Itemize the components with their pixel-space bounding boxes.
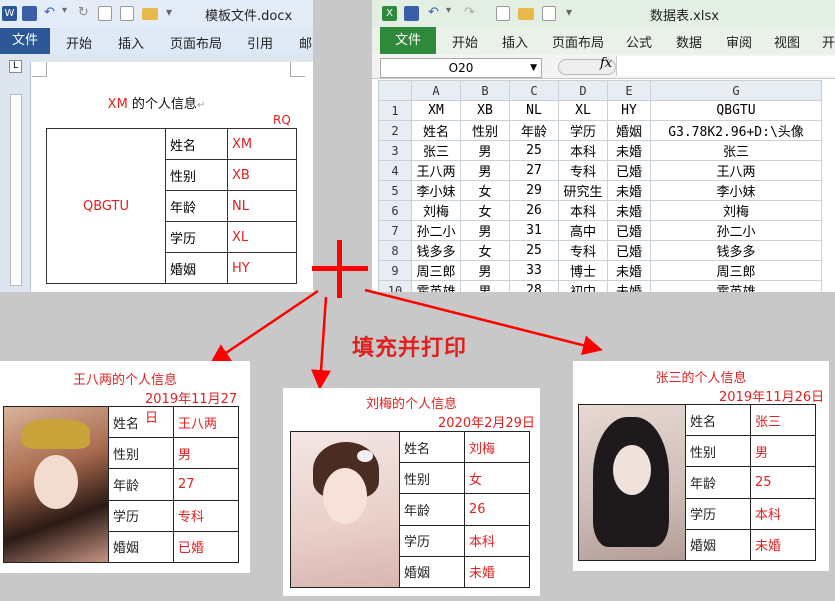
result-card-1: 王八两的个人信息 2019年11月27日 姓名 王八两 性别男 年龄 27 学历专… xyxy=(0,361,250,573)
card-value: 王八两 xyxy=(173,405,239,439)
card-value: 本科 xyxy=(750,497,816,530)
card-value: 张三 xyxy=(750,403,816,437)
card-value: 男 xyxy=(750,435,816,468)
card-label: 姓名 xyxy=(108,405,174,439)
card-label: 年龄 xyxy=(108,468,174,501)
portrait-image xyxy=(291,432,399,587)
card-value: 刘梅 xyxy=(464,430,530,464)
card-label: 年龄 xyxy=(399,493,465,526)
card-photo-cell xyxy=(290,431,400,588)
card-label: 姓名 xyxy=(399,430,465,464)
card-value: 女 xyxy=(464,462,530,495)
card-table: 姓名 刘梅 性别女 年龄 26 学历 本科 婚姻 未婚 xyxy=(290,430,530,589)
card-label: 性别 xyxy=(399,462,465,495)
card-title: 王八两的个人信息 xyxy=(72,373,177,388)
card-table: 姓名 王八两 性别男 年龄 27 学历 专科 婚姻 已婚 xyxy=(3,405,239,564)
card-table: 姓名 张三 性别男 年龄 25 学历 本科 婚姻 未婚 xyxy=(578,403,816,562)
card-label: 学历 xyxy=(685,497,751,530)
card-label: 性别 xyxy=(108,437,174,470)
card-value: 27 xyxy=(173,468,239,501)
portrait-image xyxy=(579,405,685,560)
portrait-headdress xyxy=(22,419,90,449)
card-label: 姓名 xyxy=(685,403,751,437)
card-value: 未婚 xyxy=(750,528,816,562)
card-date: 2019年11月26日 xyxy=(719,390,825,405)
card-label: 学历 xyxy=(399,524,465,557)
result-card-2: 刘梅的个人信息 2020年2月29日 姓名 刘梅 性别女 年龄 26 学历 本科 婚… xyxy=(283,388,540,596)
card-title: 刘梅的个人信息 xyxy=(365,397,457,412)
card-label: 性别 xyxy=(685,435,751,468)
card-label: 婚姻 xyxy=(685,528,751,562)
arrow-to-right-card xyxy=(364,288,603,356)
portrait-flower xyxy=(357,450,373,462)
card-photo-cell xyxy=(578,404,686,561)
card-value: 本科 xyxy=(464,524,530,557)
card-value: 已婚 xyxy=(173,530,239,564)
result-card-3: 张三的个人信息 2019年11月26日 姓名 张三 性别男 年龄 25 学历 本科 … xyxy=(573,361,829,571)
card-photo-cell xyxy=(3,406,109,563)
card-label: 年龄 xyxy=(685,466,751,499)
portrait-face xyxy=(613,445,651,495)
arrow-to-center-card xyxy=(311,296,331,390)
card-label: 婚姻 xyxy=(108,530,174,564)
card-value: 未婚 xyxy=(464,555,530,589)
arrow-to-left-card xyxy=(209,289,319,364)
card-value: 男 xyxy=(173,437,239,470)
card-title: 张三的个人信息 xyxy=(655,371,747,386)
card-value: 专科 xyxy=(173,499,239,532)
card-date: 2020年2月29日 xyxy=(438,416,535,431)
card-value: 26 xyxy=(464,493,530,526)
portrait-image xyxy=(4,407,108,562)
card-label: 学历 xyxy=(108,499,174,532)
portrait-face xyxy=(323,468,367,524)
card-value: 25 xyxy=(750,466,816,499)
card-label: 婚姻 xyxy=(399,555,465,589)
portrait-face xyxy=(34,455,78,509)
